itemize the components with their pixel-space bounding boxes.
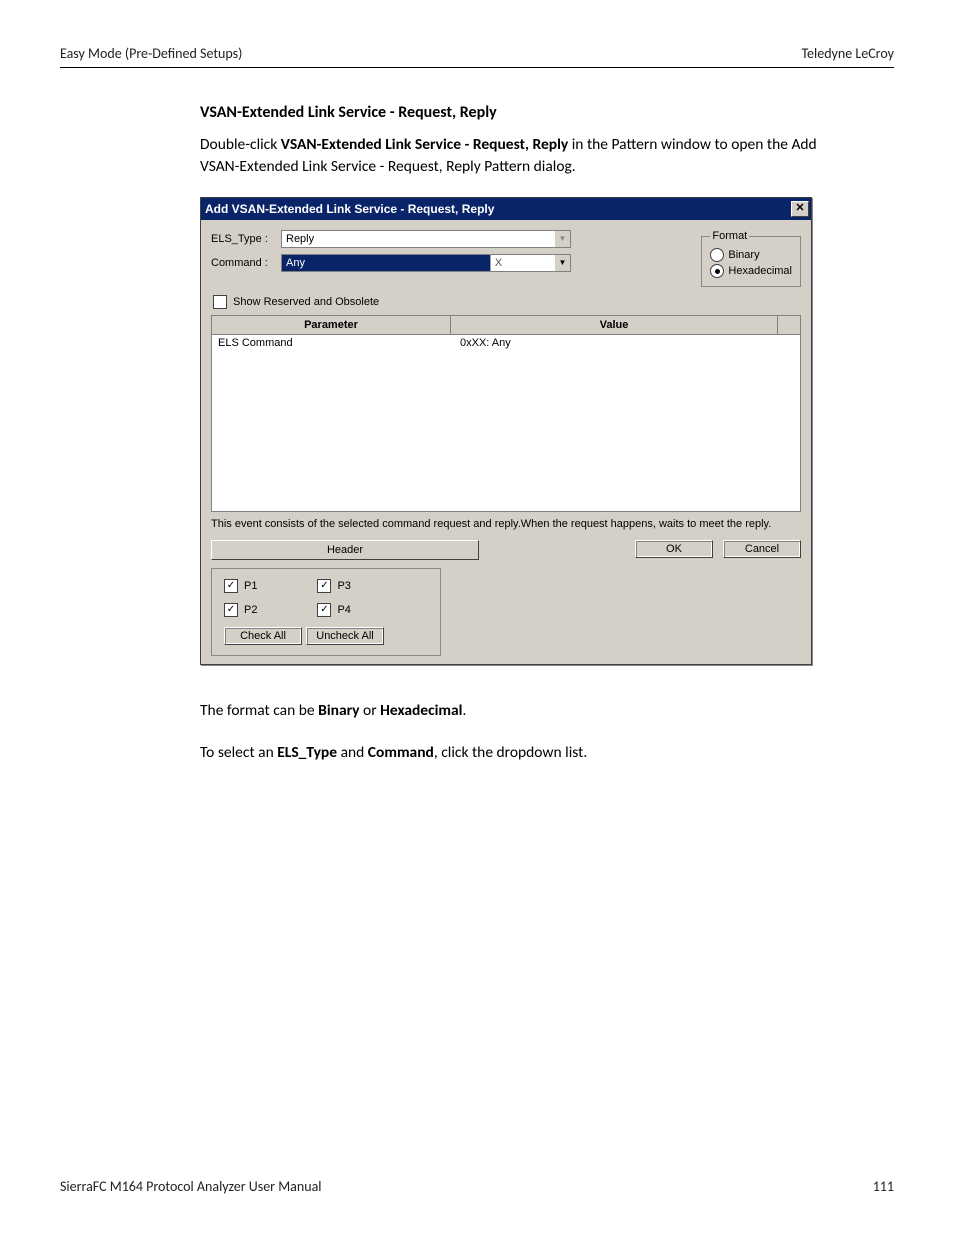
format-binary-label: Binary	[728, 249, 759, 261]
cell-param: ELS Command	[212, 335, 454, 351]
col-parameter: Parameter	[212, 316, 451, 334]
scroll-gutter	[778, 316, 800, 334]
checkbox-icon	[224, 579, 238, 593]
radio-icon	[710, 264, 724, 278]
txt-bold: Hexadecimal	[380, 701, 462, 720]
header-button[interactable]: Header	[211, 540, 479, 560]
header-left: Easy Mode (Pre-Defined Setups)	[60, 45, 242, 62]
format-legend: Format	[710, 230, 749, 242]
intro-prefix: Double-click	[200, 135, 281, 154]
els-type-label: ELS_Type :	[211, 233, 281, 245]
els-type-value: Reply	[282, 231, 554, 247]
command-value: Any	[282, 255, 490, 271]
radio-icon	[710, 248, 724, 262]
show-reserved-checkbox[interactable]: Show Reserved and Obsolete	[213, 295, 801, 309]
txt: , click the dropdown list.	[434, 743, 587, 762]
page-footer: SierraFC M164 Protocol Analyzer User Man…	[60, 1178, 894, 1195]
show-reserved-label: Show Reserved and Obsolete	[233, 296, 379, 308]
format-hex-option[interactable]: Hexadecimal	[710, 264, 792, 278]
port-p1-label: P1	[244, 580, 257, 592]
dialog-title: Add VSAN-Extended Link Service - Request…	[205, 202, 494, 216]
txt: and	[337, 743, 368, 762]
dialog-window: Add VSAN-Extended Link Service - Request…	[200, 197, 812, 665]
select-note: To select an ELS_Type and Command, click…	[200, 742, 854, 764]
port-p3-label: P3	[337, 580, 350, 592]
col-value: Value	[451, 316, 778, 334]
cancel-button[interactable]: Cancel	[723, 540, 801, 558]
port-p4-label: P4	[337, 604, 350, 616]
dropdown-arrow-icon[interactable]: ▼	[554, 255, 570, 271]
checkbox-icon	[317, 603, 331, 617]
cell-value: 0xXX: Any	[454, 335, 800, 351]
txt-bold: ELS_Type	[277, 743, 337, 762]
txt: The format can be	[200, 701, 318, 720]
page-header: Easy Mode (Pre-Defined Setups) Teledyne …	[60, 45, 894, 68]
close-button[interactable]: ✕	[791, 201, 809, 217]
port-group: P1 P3 P2 P4	[211, 568, 441, 656]
format-group: Format Binary Hexadecimal	[701, 230, 801, 287]
port-p2[interactable]: P2	[224, 603, 257, 617]
txt: To select an	[200, 743, 277, 762]
clear-icon[interactable]: X	[490, 255, 506, 271]
command-label: Command :	[211, 257, 281, 269]
els-type-combo[interactable]: Reply ▼	[281, 230, 571, 248]
dropdown-arrow-icon: ▼	[554, 231, 570, 247]
port-p2-label: P2	[244, 604, 257, 616]
txt: .	[462, 701, 466, 720]
footer-left: SierraFC M164 Protocol Analyzer User Man…	[60, 1178, 322, 1195]
ok-button[interactable]: OK	[635, 540, 713, 558]
port-p4[interactable]: P4	[317, 603, 350, 617]
command-combo[interactable]: Any X ▼	[281, 254, 571, 272]
table-row[interactable]: ELS Command 0xXX: Any	[212, 335, 800, 351]
event-note: This event consists of the selected comm…	[211, 518, 801, 530]
checkbox-icon	[224, 603, 238, 617]
port-p1[interactable]: P1	[224, 579, 257, 593]
intro-paragraph: Double-click VSAN-Extended Link Service …	[200, 134, 854, 177]
format-note: The format can be Binary or Hexadecimal.	[200, 700, 854, 722]
port-p3[interactable]: P3	[317, 579, 350, 593]
uncheck-all-button[interactable]: Uncheck All	[306, 627, 384, 645]
check-all-button[interactable]: Check All	[224, 627, 302, 645]
format-hex-label: Hexadecimal	[728, 265, 792, 277]
format-binary-option[interactable]: Binary	[710, 248, 792, 262]
txt-bold: Command	[368, 743, 434, 762]
checkbox-icon	[213, 295, 227, 309]
section-title: VSAN-Extended Link Service - Request, Re…	[200, 103, 854, 122]
parameter-grid: Parameter Value ELS Command 0xXX: Any	[211, 315, 801, 512]
checkbox-icon	[317, 579, 331, 593]
footer-page: 111	[873, 1178, 894, 1195]
txt-bold: Binary	[318, 701, 359, 720]
dialog-titlebar: Add VSAN-Extended Link Service - Request…	[201, 198, 811, 220]
txt: or	[360, 701, 381, 720]
intro-bold: VSAN-Extended Link Service - Request, Re…	[281, 135, 568, 154]
header-right: Teledyne LeCroy	[801, 45, 894, 62]
